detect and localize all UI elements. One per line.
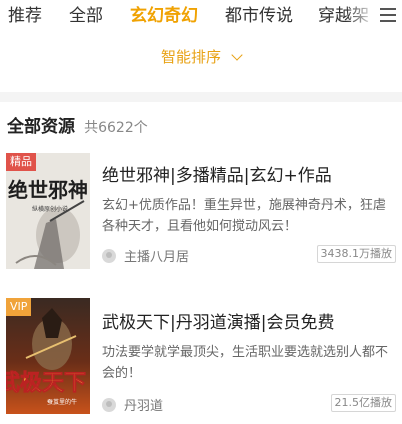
book-cover-2[interactable]: 武极天下 蚕茧里的牛 VIP [6,298,90,414]
section-header: 全部资源 共6622个 [7,112,148,137]
book-item-1[interactable]: 绝世邪神 纵横原创小说 精品 绝世邪神|多播精品|玄幻+作品 玄幻+优质作品！重… [0,153,402,273]
tabs-fade [346,0,376,36]
tab-urban-legend[interactable]: 都市传说 [225,4,293,28]
book-desc-1: 玄幻+优质作品！重生异世，施展神奇丹术，狂虐各种天才，且看他如何搅动风云！ [102,198,386,234]
sort-label: 智能排序 [160,48,221,66]
book-title-2[interactable]: 武极天下|丹羽道演播|会员免费 [102,308,334,333]
cover-subtitle-1: 纵横原创小说 [32,205,68,213]
anchor-avatar-icon [102,397,116,412]
section-divider [0,92,402,102]
play-count-2: 21.5亿播放 [330,394,396,412]
anchor-info-2: 丹羽道 [102,394,164,414]
anchor-name-2: 丹羽道 [124,399,164,414]
anchor-avatar-icon [102,248,116,263]
book-item-2[interactable]: 武极天下 蚕茧里的牛 VIP 武极天下|丹羽道演播|会员免费 功法要学就学最顶尖… [0,298,402,418]
cover-title-2: 武极天下 [6,370,86,396]
tab-fantasy[interactable]: 玄幻奇幻 [130,4,198,28]
play-count-1: 3438.1万播放 [316,245,396,263]
resource-count: 共6622个 [84,120,148,136]
category-tabs: 推荐 全部 玄幻奇幻 都市传说 穿越架 [0,0,402,36]
cover-subtitle-2: 蚕茧里的牛 [47,398,77,406]
premium-badge: 精品 [6,153,36,171]
vip-badge: VIP [6,298,32,316]
cover-title-1: 绝世邪神 [8,178,88,202]
book-desc-2: 功法要学就学最顶尖，生活职业要选就选别人都不会的！ [102,345,389,381]
sort-selector[interactable]: 智能排序 [0,46,402,70]
anchor-name-1: 主播八月居 [124,250,190,265]
book-title-1[interactable]: 绝世邪神|多播精品|玄幻+作品 [102,161,332,186]
book-cover-1[interactable]: 绝世邪神 纵横原创小说 精品 [6,153,90,269]
anchor-info-1: 主播八月居 [102,245,190,265]
tab-recommend[interactable]: 推荐 [8,4,42,28]
tab-all[interactable]: 全部 [69,4,103,28]
section-title: 全部资源 [7,117,75,137]
chevron-down-icon [231,49,243,61]
menu-icon[interactable] [380,8,396,22]
